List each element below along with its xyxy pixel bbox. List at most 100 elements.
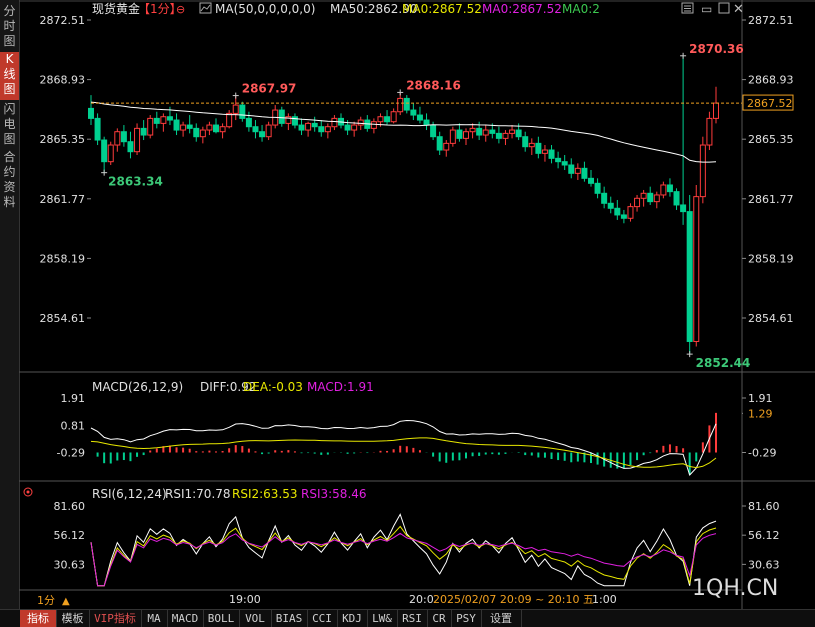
candle-body: [535, 142, 542, 154]
candle-body: [384, 116, 391, 123]
rsi1-value: RSI1:70.78: [165, 487, 231, 501]
indicator-tab-kdj[interactable]: KDJ: [337, 610, 368, 627]
current-price-label: 2867.52: [747, 97, 793, 110]
settings-icon[interactable]: ⊖: [176, 3, 185, 16]
price-tick-right: 2858.19: [748, 252, 794, 265]
candle-body: [331, 117, 338, 128]
candle-body: [522, 136, 529, 148]
candle-body: [153, 117, 160, 124]
candle-body: [588, 177, 594, 184]
candle-body: [318, 126, 325, 133]
candle-body: [127, 141, 134, 153]
price-tick-left: 2865.35: [40, 133, 86, 146]
ma50-line: [90, 101, 717, 163]
price-tick-right: 2865.35: [748, 133, 794, 146]
candle-body: [594, 182, 601, 194]
close-icon[interactable]: ✕: [733, 2, 744, 17]
symbol-name: 现货黄金: [92, 1, 140, 16]
candle-body: [107, 144, 114, 163]
indicator-tab-boll[interactable]: BOLL: [203, 610, 240, 627]
indicator-tab-rsi[interactable]: RSI: [397, 610, 428, 627]
candle-body: [607, 202, 614, 209]
candle-body: [226, 112, 233, 128]
candle-body: [114, 131, 121, 146]
minimize-icon[interactable]: ▭: [701, 2, 712, 16]
candle-body: [680, 204, 687, 213]
candle-body: [252, 126, 259, 133]
candle-body: [601, 192, 608, 204]
rsi-tick-left: 56.12: [54, 529, 86, 542]
rsi2-value: RSI2:63.53: [232, 487, 298, 501]
candle-body: [377, 116, 384, 123]
indicator-tab-设置[interactable]: 设置: [481, 610, 522, 627]
candle-body: [449, 129, 456, 144]
indicator-tab-vol[interactable]: VOL: [239, 610, 272, 627]
candle-body: [614, 207, 621, 216]
candle-body: [463, 131, 469, 139]
candle-body: [239, 104, 246, 119]
indicator-tab-cci[interactable]: CCI: [307, 610, 338, 627]
candle-body: [199, 129, 206, 138]
candle-body: [443, 142, 450, 151]
period-selector[interactable]: 1分: [37, 594, 55, 607]
sidebar-tab-3[interactable]: 合 约 资 料: [0, 150, 19, 212]
macd-tick-left: 0.81: [61, 419, 86, 432]
candle-body: [88, 107, 94, 119]
candle-body: [344, 124, 351, 131]
macd-tick-right: 1.91: [748, 392, 773, 405]
candle-body: [166, 116, 173, 121]
indicator-tab-bar: 指标 模板 VIP指标 MA MACD BOLL VOL BIAS CCI KDJ LW& RSI CR…: [0, 609, 815, 627]
candle-body: [713, 102, 719, 119]
candle-body: [403, 97, 410, 111]
indicator-tab-模板[interactable]: 模板: [56, 610, 90, 627]
candle-body: [489, 129, 496, 134]
sidebar-tab-2[interactable]: 闪 电 图: [0, 102, 19, 147]
candle-body: [206, 124, 213, 131]
ma0-green: MA0:2: [562, 2, 600, 16]
price-tick-left: 2861.77: [40, 193, 86, 206]
ma-params: MA(50,0,0,0,0,0): [215, 2, 315, 16]
indicator-tab-macd[interactable]: MACD: [167, 610, 204, 627]
indicator-tab-cr[interactable]: CR: [427, 610, 452, 627]
candle-body: [581, 167, 588, 179]
candle-body: [561, 161, 568, 166]
sidebar-tab-0[interactable]: 分 时 图: [0, 4, 19, 49]
period-selector-arrow-icon[interactable]: ▲: [62, 596, 70, 607]
candle-body: [647, 192, 654, 203]
indicator-tab-ma[interactable]: MA: [141, 610, 168, 627]
candle-body: [160, 116, 167, 124]
candle-body: [436, 136, 443, 151]
candle-body: [259, 131, 266, 138]
price-annotation: 2867.97: [242, 82, 297, 96]
rsi-tick-right: 30.63: [748, 558, 780, 571]
indicator-tab-vip指标[interactable]: VIP指标: [89, 610, 142, 627]
indicator-tab-指标[interactable]: 指标: [20, 610, 57, 627]
macd-name: MACD(26,12,9): [92, 380, 183, 394]
watermark: 1QH.CN: [692, 576, 778, 601]
price-panel: 2867.97 2868.16 2870.36 2863.34 2852.44: [88, 42, 751, 370]
candle-body: [548, 149, 555, 159]
x-label-19: 19:00: [229, 593, 261, 606]
candle-body: [134, 127, 141, 153]
candle-body: [620, 214, 627, 219]
time-range: 2025/02/07 20:09 ~ 20:10 五: [433, 593, 594, 606]
x-label-20: 20:0: [409, 593, 434, 606]
indicator-tab-lw&[interactable]: LW&: [367, 610, 398, 627]
candle-body: [278, 109, 285, 124]
maximize-icon[interactable]: [718, 2, 730, 14]
candle-body: [370, 121, 377, 129]
candle-body: [351, 124, 358, 131]
candle-body: [140, 127, 147, 136]
indicator-tab-bias[interactable]: BIAS: [271, 610, 308, 627]
price-tick-right: 2872.51: [748, 14, 794, 27]
candle-body: [673, 191, 680, 206]
candle-body: [469, 127, 476, 133]
macd-diff-line: [90, 419, 717, 476]
candle-body: [193, 127, 200, 138]
price-tick-left: 2858.19: [40, 252, 86, 265]
price-annotation: 2852.44: [696, 356, 751, 370]
candle-body: [232, 104, 239, 114]
sidebar-tab-1[interactable]: K 线 图: [0, 52, 19, 100]
candle-body: [120, 131, 127, 143]
indicator-tab-psy[interactable]: PSY: [451, 610, 482, 627]
